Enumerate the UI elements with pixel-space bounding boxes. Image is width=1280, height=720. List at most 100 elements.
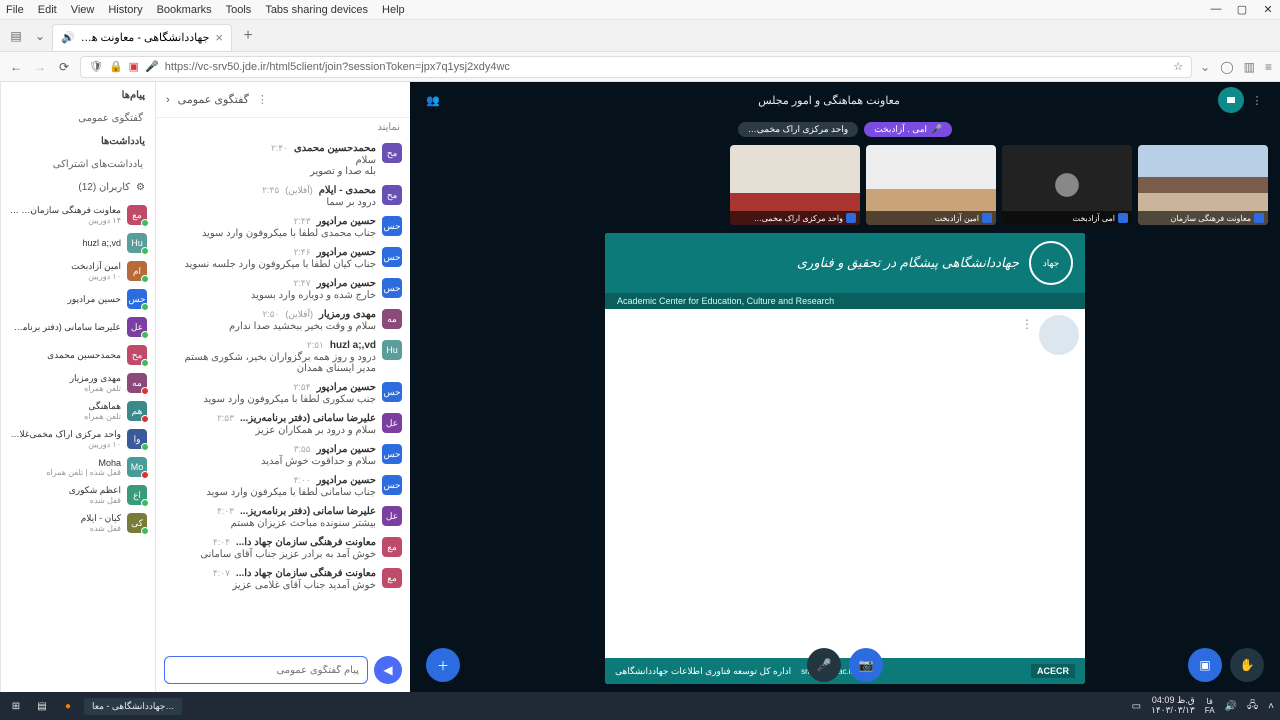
tab-close-icon[interactable]: × (215, 30, 223, 45)
menu-tools[interactable]: Tools (226, 4, 252, 16)
chat-messages[interactable]: مح محمدحسین محمدی۲:۴۰ سلامبله صدا و تصوی… (156, 137, 410, 648)
video-thumb[interactable]: امین آزادبخت (866, 145, 996, 225)
user-name: huzl a;,vd (9, 238, 121, 248)
taskbar-task[interactable]: …جهاددانشگاهی - معا (84, 698, 182, 715)
messages-section-header: پیام‌ها (1, 82, 155, 109)
status-dot-icon (141, 499, 149, 507)
tray-volume-icon[interactable]: 🔊 (1225, 701, 1237, 712)
account-icon[interactable]: ◯ (1220, 60, 1233, 74)
task-view-icon[interactable]: ▤ (32, 701, 52, 712)
window-maximize[interactable]: ▢ (1236, 3, 1248, 16)
user-row[interactable]: مه مهدی ورمزیارتلفن همراه (1, 369, 155, 397)
msg-time: ۲:۵۴ (294, 382, 311, 393)
status-dot-icon (141, 359, 149, 367)
user-row[interactable]: کی کیان - ایلامقفل شده (1, 509, 155, 537)
browser-tab[interactable]: 🔊 جهاددانشگاهی - معاونت هماه × (52, 24, 232, 52)
window-minimize[interactable]: — (1210, 3, 1222, 16)
msg-author: علیرضا سامانی (دفتر برنامه‌ریز... (240, 506, 376, 517)
user-row[interactable]: مع معاونت فرهنگی سازمان… (شما)۱۴ دوریین (1, 201, 155, 229)
tray-lang[interactable]: فا FA (1205, 697, 1215, 715)
options-menu-icon[interactable]: ⋮ (1244, 94, 1270, 107)
user-name: معاونت فرهنگی سازمان… (شما) (9, 205, 121, 216)
chat-message: حس حسین مرادپور۲:۴۶ جناب کیان لطفا با می… (164, 247, 402, 270)
tray-chevron-icon[interactable]: ˄ (1268, 701, 1274, 712)
video-thumb[interactable]: واحد مرکزی اراک مخمی… (730, 145, 860, 225)
sidebar-toggle-icon[interactable]: ▤ (4, 24, 28, 48)
slide-options-icon[interactable]: ⋮ (1021, 317, 1033, 331)
chat-close-icon[interactable]: ‹ (166, 94, 170, 106)
extensiolist-icon[interactable]: ▥ (1244, 60, 1255, 74)
avatar: مع (127, 205, 147, 225)
participants-toggle-icon[interactable]: 👥 (420, 94, 446, 107)
status-dot-icon (141, 303, 149, 311)
msg-text: سلام و درود بر همکاران عزیز (164, 425, 376, 436)
menu-file[interactable]: File (6, 4, 24, 16)
chat-input[interactable] (164, 656, 368, 684)
user-row[interactable]: حس حسین مرادپور (1, 285, 155, 313)
pocket-icon[interactable]: ⌄ (1200, 60, 1210, 74)
bookmark-star-icon[interactable]: ☆ (1173, 60, 1183, 73)
user-row[interactable]: عل علیرضا سامانی (دفتر برنامه‌ریز... (1, 313, 155, 341)
shared-notes-link[interactable]: یادداشت‌های اشتراکی (1, 155, 155, 174)
msg-time: ۲:۴۰ (271, 143, 288, 154)
address-input[interactable]: 🛡 🔒 ▣ 🎤 https://vc-srv50.jde.ir/html5cli… (80, 56, 1192, 78)
user-row[interactable]: وا واحد مرکزی اراک مخمی‌غلامی۱۰ دوریین (1, 425, 155, 453)
menu-edit[interactable]: Edit (38, 4, 57, 16)
menu-view[interactable]: View (71, 4, 95, 16)
public-chat-link[interactable]: گفتگوی عمومی (1, 109, 155, 128)
user-row[interactable]: هم هماهنگیتلفن همراه (1, 397, 155, 425)
status-dot-icon (141, 415, 149, 423)
new-tab-button[interactable]: + (236, 27, 260, 45)
menu-history[interactable]: History (108, 4, 142, 16)
notes-section-header: یادداشت‌ها (1, 128, 155, 155)
user-row[interactable]: Mo Mohaقفل شده | تلفن همراه (1, 453, 155, 481)
taskbar-clock[interactable]: ق.ظ 04:09 ۱۴۰۳/۰۳/۱۳ (1151, 696, 1195, 716)
chat-message: Hu huzl a;,vd۲:۵۱ درود و روز همه برگزوار… (164, 340, 402, 374)
chat-options-icon[interactable]: ⋮ (257, 93, 268, 106)
msg-time: ۲:۵۱ (307, 340, 324, 351)
actions-plus-button[interactable]: ＋ (426, 648, 460, 682)
avatar: هم (127, 401, 147, 421)
chat-send-button[interactable]: ◀ (374, 656, 402, 684)
msg-text: جنب سکوری لطفا با میکروفون وارد سوید (164, 394, 376, 405)
recent-tabs-icon[interactable]: ⌄ (28, 24, 52, 48)
msg-author: معاونت فرهنگی سازمان جهاد دا... (236, 537, 376, 548)
menu-tabs-sharing[interactable]: Tabs sharing devices (265, 4, 368, 16)
nav-reload-icon[interactable]: ⟳ (56, 60, 72, 74)
chat-message: مه مهدی ورمزیار(آفلاین)۲:۵۰ سلام و وقت ب… (164, 309, 402, 332)
slide-slogan: جهاددانشگاهی پیشگام در تحقیق و فناوری (797, 255, 1019, 271)
video-thumb[interactable]: امی آزادبخت (1002, 145, 1132, 225)
avatar: Mo (127, 457, 147, 477)
start-button[interactable]: ⊞ (6, 701, 26, 712)
notifications-icon[interactable]: ▭ (1132, 701, 1141, 712)
share-screen-button[interactable]: ▣ (1188, 648, 1222, 682)
video-thumb[interactable]: معاونت فرهنگی سازمان (1138, 145, 1268, 225)
app-menu-icon[interactable]: ≡ (1265, 60, 1272, 74)
msg-time: ۴:۰۰ (294, 475, 311, 486)
raise-hand-button[interactable]: ✋ (1230, 648, 1264, 682)
mic-mute-button[interactable]: 🎤 (807, 648, 841, 682)
user-row[interactable]: Hu huzl a;,vd (1, 229, 155, 257)
msg-author: حسین مرادپور (317, 444, 376, 455)
user-row[interactable]: مح محمدحسین محمدی (1, 341, 155, 369)
msg-text: خوش آمدید جناب آقای غلامی عزیز (164, 580, 376, 591)
webcam-button[interactable]: 📷 (849, 648, 883, 682)
chat-message: مح محمدی - ایلام(آفلاین)۲:۴۵ درود بر سما (164, 185, 402, 208)
users-list[interactable]: مع معاونت فرهنگی سازمان… (شما)۱۴ دوریینH… (1, 201, 155, 692)
user-row[interactable]: ام امین آزادبخت۱۰ دوریین (1, 257, 155, 285)
mic-permission-icon: 🎤 (145, 60, 159, 73)
window-close[interactable]: ✕ (1262, 3, 1274, 16)
menu-help[interactable]: Help (382, 4, 405, 16)
mic-icon (1118, 213, 1128, 223)
nav-back-icon[interactable]: ← (8, 60, 24, 74)
firefox-icon[interactable]: ● (58, 701, 78, 712)
chat-header-title: گفتگوی عمومی (178, 93, 249, 106)
record-indicator-icon[interactable] (1218, 87, 1244, 113)
menu-bookmarks[interactable]: Bookmarks (157, 4, 212, 16)
chat-subheader: نمایند (156, 118, 410, 137)
chat-message: عل علیرضا سامانی (دفتر برنامه‌ریز...۲:۵۳… (164, 413, 402, 436)
gear-icon: ⚙ (136, 182, 145, 193)
users-section-header[interactable]: ⚙کاربران (12) (1, 174, 155, 201)
tray-network-icon[interactable]: 🖧 (1247, 698, 1258, 715)
user-row[interactable]: اع اعظم شکوریقفل شده (1, 481, 155, 509)
